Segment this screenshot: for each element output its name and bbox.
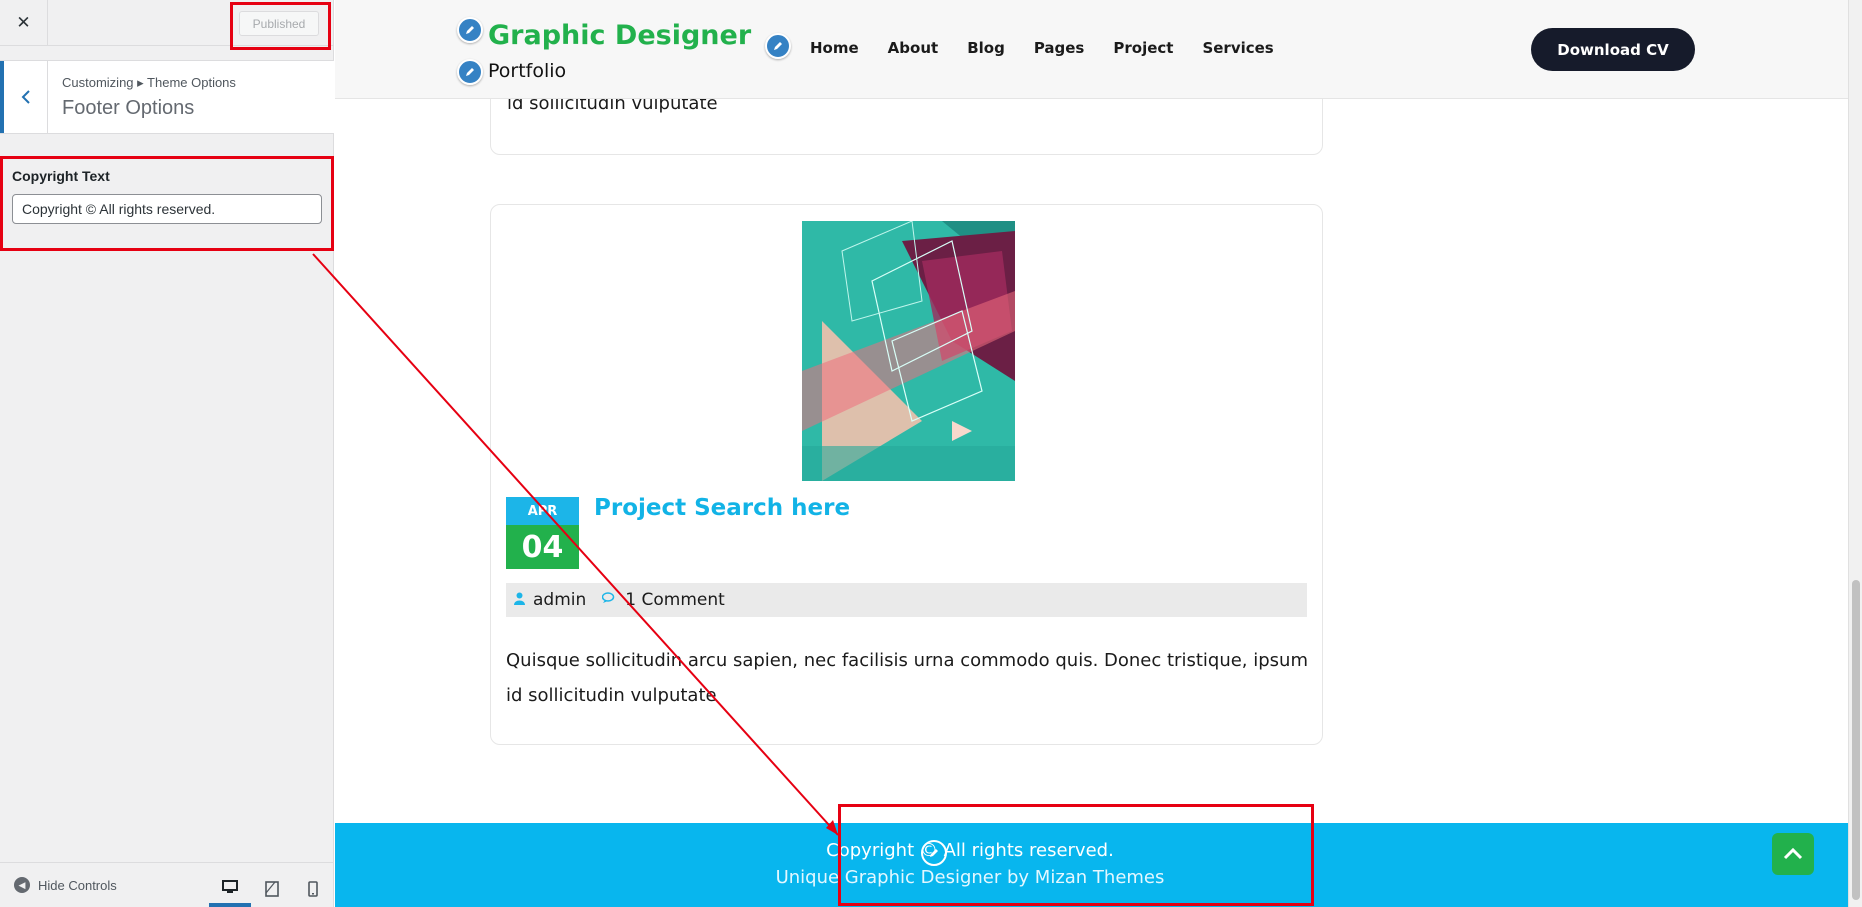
post-title-link[interactable]: Project Search here — [594, 495, 850, 521]
desktop-icon — [222, 880, 238, 893]
site-preview: id sollicitudin vulputate APR 04 Project… — [335, 0, 1848, 907]
tablet-icon — [265, 881, 279, 897]
date-day: 04 — [506, 525, 579, 569]
preview-desktop-button[interactable] — [209, 871, 251, 907]
site-tagline: Portfolio — [488, 60, 567, 82]
site-footer: Copyright © All rights reserved. Unique … — [335, 823, 1848, 907]
section-header: Customizing ▸ Theme Options Footer Optio… — [0, 60, 334, 134]
post-author-link[interactable]: admin — [533, 590, 586, 610]
hide-controls-label: Hide Controls — [38, 877, 117, 893]
nav-item-about[interactable]: About — [888, 39, 939, 57]
nav-item-pages[interactable]: Pages — [1034, 39, 1085, 57]
customizer-header: ✕ Published — [0, 0, 334, 46]
post-comments-link[interactable]: 1 Comment — [625, 590, 725, 610]
download-cv-button[interactable]: Download CV — [1531, 28, 1695, 71]
pencil-icon[interactable] — [765, 33, 791, 59]
pencil-icon[interactable] — [457, 59, 483, 85]
customizer-sidebar: ✕ Published Customizing ▸ Theme Options … — [0, 0, 334, 907]
mobile-icon — [308, 881, 318, 897]
preview-mobile-button[interactable] — [292, 871, 334, 907]
hide-controls-button[interactable]: ◀ Hide Controls — [14, 877, 117, 893]
section-title: Footer Options — [62, 97, 195, 119]
date-month: APR — [506, 497, 579, 525]
pencil-icon[interactable] — [457, 17, 483, 43]
chevron-up-icon — [1783, 848, 1803, 860]
site-header: Graphic Designer Portfolio Home About Bl… — [335, 0, 1848, 99]
breadcrumb: Customizing ▸ Theme Options — [62, 75, 236, 90]
close-customizer-button[interactable]: ✕ — [0, 0, 48, 46]
main-nav: Home About Blog Pages Project Services — [810, 39, 1303, 57]
nav-item-services[interactable]: Services — [1202, 39, 1273, 57]
nav-item-blog[interactable]: Blog — [967, 39, 1005, 57]
site-title[interactable]: Graphic Designer — [488, 20, 751, 51]
user-icon — [514, 592, 525, 609]
back-button[interactable] — [0, 61, 48, 133]
post-excerpt: Quisque sollicitudin arcu sapien, nec fa… — [506, 650, 1308, 706]
post-image[interactable] — [802, 221, 1015, 481]
back-to-top-button[interactable] — [1772, 833, 1814, 875]
preview-tablet-button[interactable] — [251, 871, 293, 907]
copyright-text-input[interactable] — [12, 194, 322, 224]
nav-item-project[interactable]: Project — [1113, 39, 1173, 57]
close-icon: ✕ — [16, 13, 31, 33]
publish-button[interactable]: Published — [239, 11, 319, 36]
date-badge: APR 04 — [506, 497, 579, 569]
scrollbar-thumb[interactable] — [1852, 580, 1860, 900]
post-card: APR 04 Project Search here admin 1 Comme… — [490, 204, 1323, 745]
footer-credit-link[interactable]: Unique Graphic Designer by Mizan Themes — [335, 867, 1605, 888]
nav-item-home[interactable]: Home — [810, 39, 859, 57]
copyright-text-label: Copyright Text — [12, 168, 110, 184]
chevron-left-icon — [21, 90, 30, 104]
preview-scrollbar[interactable] — [1848, 0, 1862, 907]
comments-icon — [602, 592, 617, 608]
post-meta-bar: admin 1 Comment — [506, 583, 1307, 617]
footer-copyright: Copyright © All rights reserved. — [826, 840, 1114, 861]
arrow-left-circle-icon: ◀ — [14, 877, 30, 893]
customizer-footer: ◀ Hide Controls — [0, 862, 334, 907]
